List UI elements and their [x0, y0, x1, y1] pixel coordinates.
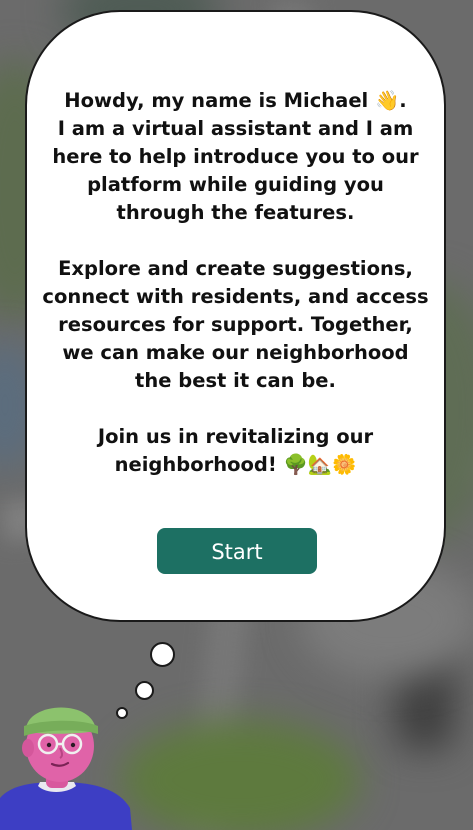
avatar-character [0, 707, 132, 830]
start-button[interactable]: Start [157, 528, 317, 574]
assistant-message: Howdy, my name is Michael 👋. I am a virt… [42, 89, 429, 476]
thought-bubble: Howdy, my name is Michael 👋. I am a virt… [25, 10, 446, 622]
avatar-ear [22, 739, 34, 757]
thought-dot-large [150, 642, 175, 667]
map-greenery [120, 720, 360, 830]
